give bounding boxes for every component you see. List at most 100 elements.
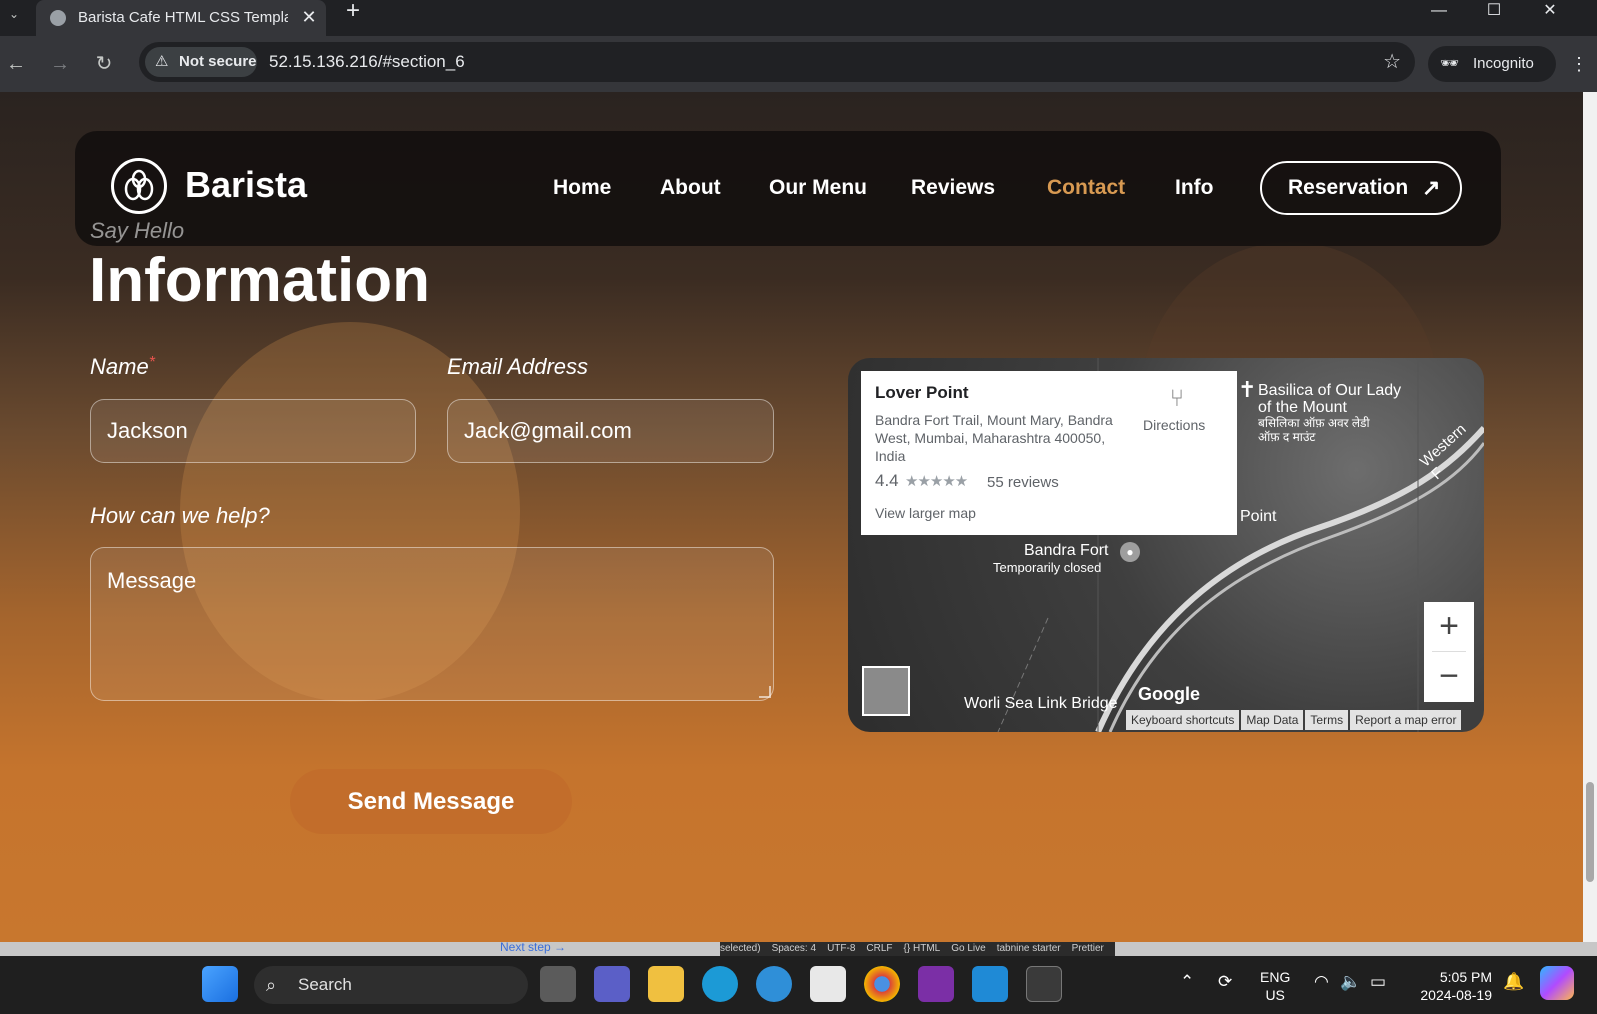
reservation-label: Reservation — [1288, 176, 1409, 199]
google-wordmark: Google — [1138, 684, 1200, 704]
status-language[interactable]: {} HTML — [904, 942, 941, 956]
site-navbar: Barista Home About Our Menu Reviews Cont… — [75, 131, 1501, 246]
teams-icon[interactable] — [594, 966, 630, 1002]
nav-our-menu[interactable]: Our Menu — [769, 176, 867, 200]
sync-icon[interactable]: ⟳ — [1218, 972, 1232, 992]
tab-title: Barista Cafe HTML CSS Template — [78, 9, 288, 26]
nav-about[interactable]: About — [660, 176, 721, 200]
map-label-bandra-fort: Bandra Fort — [1024, 542, 1109, 559]
keyboard-shortcuts-link[interactable]: Keyboard shortcuts — [1126, 710, 1240, 730]
map-label-sea-link: Worli Sea Link Bridge — [964, 695, 1118, 712]
send-message-button[interactable]: Send Message — [290, 769, 572, 834]
status-spaces[interactable]: Spaces: 4 — [772, 942, 816, 956]
view-larger-map-link[interactable]: View larger map — [875, 505, 976, 521]
section-title: Information — [89, 246, 430, 315]
status-eol[interactable]: CRLF — [866, 942, 892, 956]
status-encoding[interactable]: UTF-8 — [827, 942, 855, 956]
terms-link[interactable]: Terms — [1305, 710, 1349, 730]
chevron-up-icon[interactable]: ⌃ — [1180, 972, 1194, 992]
reviews-link[interactable]: 55 reviews — [987, 474, 1059, 491]
bookmark-star-icon[interactable]: ☆ — [1383, 42, 1401, 82]
incognito-label: Incognito — [1473, 55, 1534, 72]
next-step-link[interactable]: Next step → — [500, 940, 566, 954]
reservation-button[interactable]: Reservation ↗ — [1260, 161, 1462, 215]
edge-icon[interactable] — [702, 966, 738, 1002]
scrollbar-thumb[interactable] — [1586, 782, 1594, 882]
wifi-icon[interactable]: ◠ — [1314, 972, 1329, 992]
brand-name[interactable]: Barista — [185, 164, 307, 206]
security-label: Not secure — [179, 53, 257, 70]
reload-icon[interactable]: ↻ — [90, 50, 118, 78]
place-info-card: Lover Point Bandra Fort Trail, Mount Mar… — [861, 371, 1237, 535]
map-label-temp-closed: Temporarily closed — [993, 560, 1102, 575]
search-label: Search — [298, 975, 352, 994]
onenote-icon[interactable] — [918, 966, 954, 1002]
place-name: Lover Point — [875, 383, 969, 402]
taskbar-search[interactable]: ⌕ Search — [254, 966, 528, 1004]
page-viewport: Barista Home About Our Menu Reviews Cont… — [0, 92, 1583, 942]
map-layer-toggle[interactable] — [862, 666, 910, 716]
windows-start-icon[interactable] — [202, 966, 238, 1002]
directions-link[interactable]: Directions — [1143, 417, 1205, 433]
message-textarea[interactable]: Message — [90, 547, 774, 701]
url-text[interactable]: 52.15.136.216/#section_6 — [269, 42, 465, 82]
browser-toolbar: ← → ↻ ⚠ Not secure 52.15.136.216/#sectio… — [0, 36, 1597, 92]
place-address: Bandra Fort Trail, Mount Mary, Bandra We… — [875, 412, 1113, 464]
page-scrollbar[interactable] — [1583, 92, 1597, 942]
status-go-live[interactable]: Go Live — [951, 942, 985, 956]
embedded-map[interactable]: Basilica of Our Lady of the Mount बसिलिक… — [848, 358, 1484, 732]
file-explorer-icon[interactable] — [648, 966, 684, 1002]
store-icon[interactable] — [810, 966, 846, 1002]
directions-icon[interactable]: ⑂ — [1161, 385, 1193, 412]
nav-home[interactable]: Home — [553, 176, 611, 200]
maximize-icon[interactable]: ☐ — [1470, 0, 1518, 30]
back-icon[interactable]: ← — [2, 50, 30, 78]
new-tab-button[interactable]: + — [338, 0, 368, 30]
address-bar[interactable]: ⚠ Not secure 52.15.136.216/#section_6 ☆ — [139, 42, 1415, 82]
terminal-icon[interactable] — [1026, 966, 1062, 1002]
email-field[interactable]: Jack@gmail.com — [447, 399, 774, 463]
required-marker: * — [148, 354, 155, 371]
status-tabnine[interactable]: tabnine starter — [997, 942, 1061, 956]
vscode-icon[interactable] — [972, 966, 1008, 1002]
security-indicator[interactable]: ⚠ Not secure — [145, 47, 257, 77]
zoom-out-icon[interactable]: − — [1424, 652, 1474, 702]
status-prettier[interactable]: Prettier — [1072, 942, 1104, 956]
status-selection[interactable]: selected) — [720, 942, 761, 956]
editor-status-items: selected) Spaces: 4 UTF-8 CRLF {} HTML G… — [720, 942, 1115, 956]
forward-icon[interactable]: → — [46, 50, 74, 78]
tab-search-icon[interactable]: ⌄ — [4, 4, 24, 24]
battery-icon[interactable]: ▭ — [1370, 972, 1386, 992]
close-icon[interactable]: ✕ — [298, 6, 320, 28]
resize-handle-icon[interactable] — [759, 686, 771, 698]
search-icon: ⌕ — [266, 975, 277, 995]
globe-icon — [50, 10, 66, 26]
clock[interactable]: 5:05 PM 2024-08-19 — [1412, 968, 1492, 1004]
rating-stars-icon: ★★★★★ — [905, 473, 968, 490]
copilot-icon[interactable] — [1540, 966, 1574, 1000]
nav-contact[interactable]: Contact — [1047, 176, 1125, 200]
volume-icon[interactable]: 🔈 — [1340, 972, 1361, 992]
map-data-link[interactable]: Map Data — [1241, 710, 1304, 730]
zoom-in-icon[interactable]: + — [1424, 602, 1474, 652]
map-label-basilica-hindi: बसिलिका ऑफ़ अवर लेडी ऑफ़ द माउंट — [1258, 416, 1370, 444]
map-label-basilica: Basilica of Our Lady of the Mount — [1258, 382, 1402, 416]
window-close-icon[interactable]: ✕ — [1526, 0, 1574, 30]
language-indicator[interactable]: ENG US — [1260, 968, 1290, 1004]
chrome-icon[interactable] — [864, 966, 900, 1002]
help-icon[interactable] — [756, 966, 792, 1002]
task-view-icon[interactable] — [540, 966, 576, 1002]
camera-pin-icon[interactable]: ● — [1120, 542, 1140, 562]
name-field[interactable]: Jackson — [90, 399, 416, 463]
incognito-indicator[interactable]: 🕶 Incognito — [1428, 46, 1556, 82]
report-map-error-link[interactable]: Report a map error — [1350, 710, 1462, 730]
browser-tab-strip: ⌄ Barista Cafe HTML CSS Template ✕ + — ☐… — [0, 0, 1597, 36]
more-menu-icon[interactable]: ⋮ — [1570, 50, 1588, 78]
coffee-bean-logo-icon[interactable] — [111, 158, 167, 214]
map-label-point: Point — [1240, 508, 1277, 525]
notification-bell-icon[interactable]: 🔔 — [1503, 972, 1524, 992]
minimize-icon[interactable]: — — [1415, 0, 1463, 30]
browser-tab[interactable]: Barista Cafe HTML CSS Template ✕ — [36, 0, 326, 36]
nav-reviews[interactable]: Reviews — [911, 176, 995, 200]
nav-info[interactable]: Info — [1175, 176, 1213, 200]
